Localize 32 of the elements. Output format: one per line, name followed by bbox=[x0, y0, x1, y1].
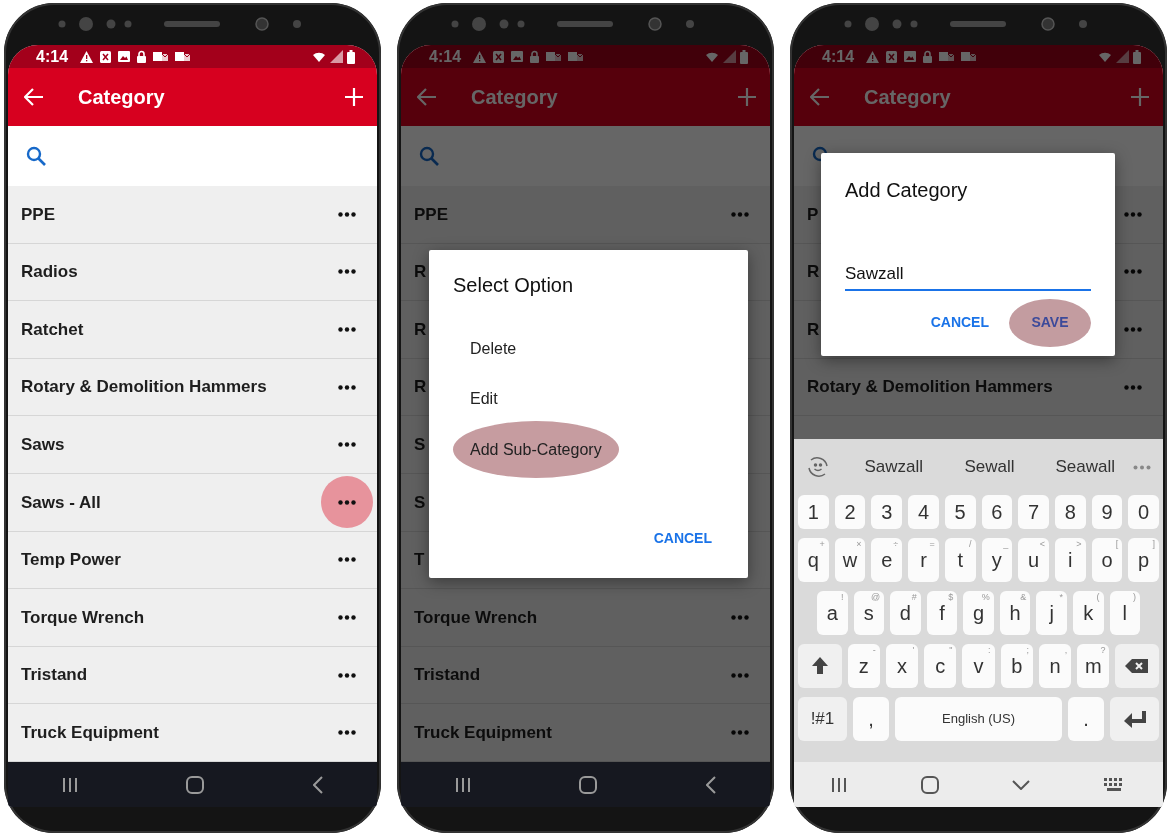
category-name: R bbox=[414, 376, 427, 399]
status-time: 4:14 bbox=[429, 46, 462, 67]
category-name: R bbox=[414, 261, 427, 284]
category-name: S bbox=[414, 491, 426, 514]
status-time: 4:14 bbox=[36, 46, 69, 67]
category-name: Ratchet bbox=[21, 318, 84, 341]
category-name: Rotary & Demolition Hammers bbox=[21, 376, 267, 399]
category-name: Saws - All bbox=[21, 491, 101, 514]
category-name: Radios bbox=[21, 261, 78, 284]
category-name: Tristand bbox=[21, 664, 88, 687]
status-time: 4:14 bbox=[822, 46, 855, 67]
category-name: Torque Wrench bbox=[21, 606, 145, 629]
category-name: Truck Equipment bbox=[21, 721, 159, 744]
screen-title: Category bbox=[78, 85, 166, 110]
screen-title: Category bbox=[471, 85, 559, 110]
dialog-title: Select Option bbox=[453, 273, 575, 298]
category-name: R bbox=[414, 318, 427, 341]
category-name: P bbox=[807, 203, 819, 226]
category-name: R bbox=[807, 261, 820, 284]
category-name: PPE bbox=[414, 203, 449, 226]
category-name: Temp Power bbox=[21, 549, 121, 572]
category-name: Torque Wrench bbox=[414, 606, 538, 629]
category-name: T bbox=[414, 549, 425, 572]
category-name: R bbox=[807, 318, 820, 341]
screen-title: Category bbox=[864, 85, 952, 110]
category-name: S bbox=[414, 433, 426, 456]
category-name: Tristand bbox=[414, 664, 481, 687]
category-name: PPE bbox=[21, 203, 56, 226]
category-name: Rotary & Demolition Hammers bbox=[807, 376, 1053, 399]
dialog-title: Add Category bbox=[845, 178, 969, 203]
category-name: Saws bbox=[21, 433, 65, 456]
category-name: Truck Equipment bbox=[414, 721, 552, 744]
